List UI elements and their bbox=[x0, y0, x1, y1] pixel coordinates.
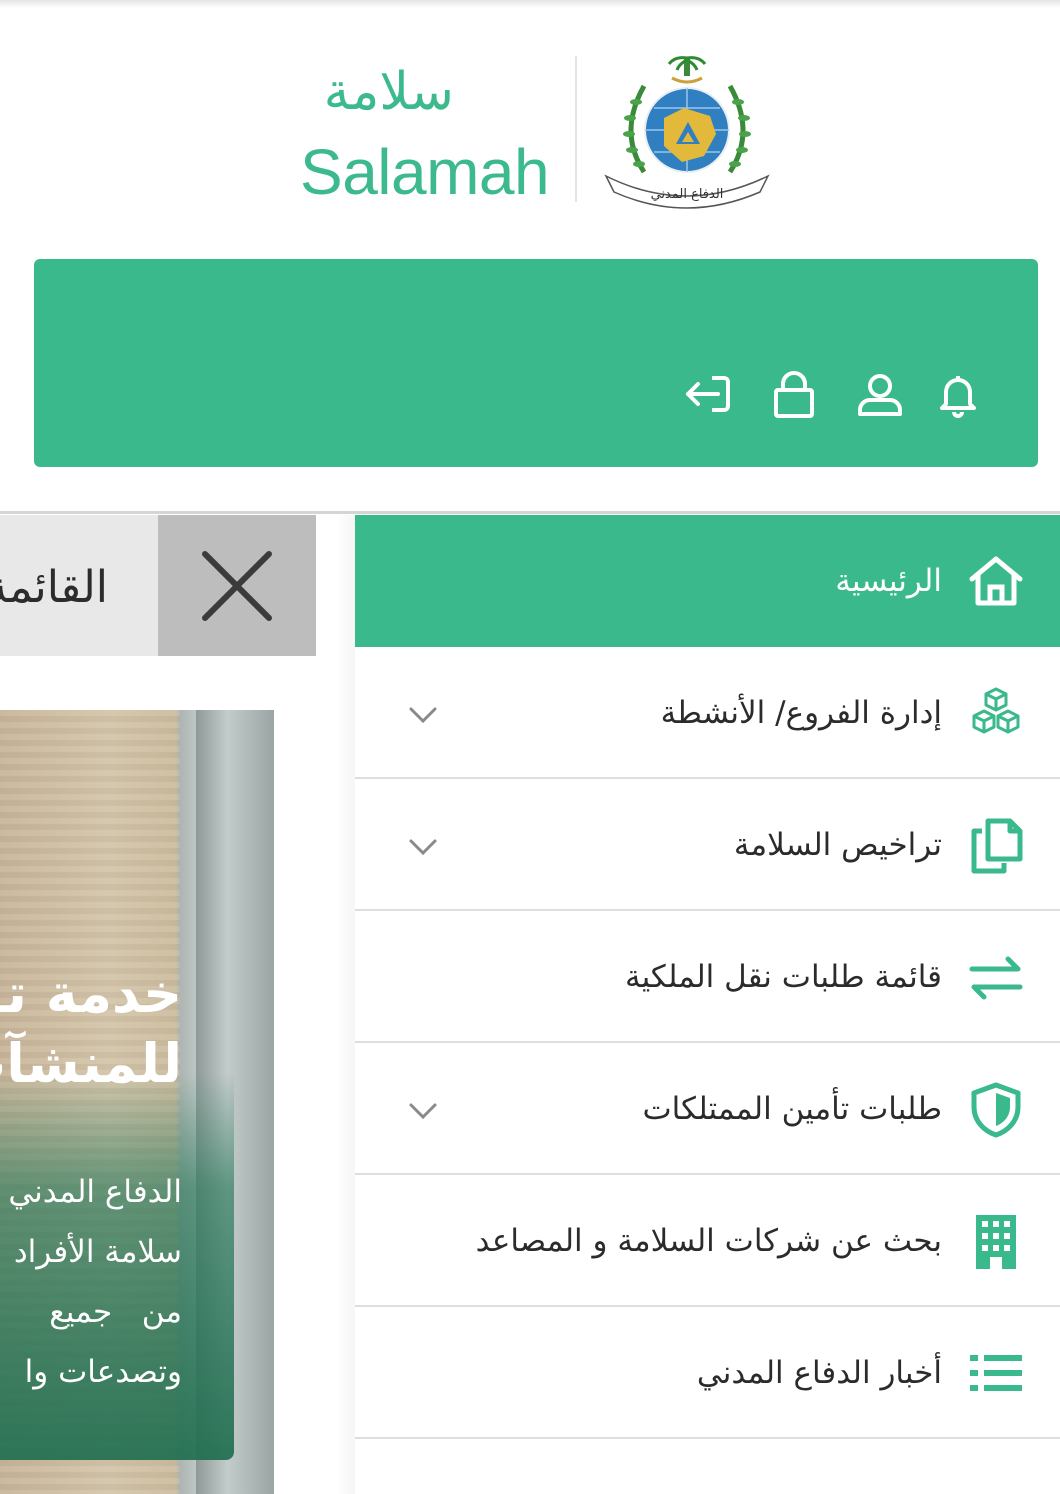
menu-item-label: قائمة طلبات نقل الملكية bbox=[624, 959, 942, 995]
civil-defense-emblem: الدفاع المدني bbox=[600, 52, 774, 212]
user-profile-icon[interactable] bbox=[852, 366, 908, 422]
chevron-down-icon[interactable] bbox=[405, 829, 441, 865]
brand-divider bbox=[575, 56, 577, 202]
hero-text-line-1: الدفاع المدني bbox=[8, 1174, 182, 1210]
menu-item-home[interactable]: الرئيسية bbox=[355, 515, 1060, 647]
menu-item-property-insurance[interactable]: طلبات تأمين الممتلكات bbox=[355, 1043, 1060, 1175]
documents-icon bbox=[964, 813, 1028, 877]
top-action-bar bbox=[34, 259, 1038, 467]
lock-icon[interactable] bbox=[766, 366, 822, 422]
menu-item-label: إدارة الفروع/ الأنشطة bbox=[660, 695, 942, 731]
section-divider bbox=[0, 511, 1060, 514]
menu-item-label: أخبار الدفاع المدني bbox=[696, 1355, 942, 1391]
hero-text-line-2: سلامة الأفراد bbox=[13, 1234, 182, 1270]
hero-text-clip: خدمة تـ للمنشآت الدفاع المدني سلامة الأف… bbox=[0, 710, 182, 1494]
list-icon bbox=[964, 1341, 1028, 1405]
building-icon bbox=[964, 1209, 1028, 1273]
hero-text-line-3: من جميع bbox=[49, 1294, 182, 1330]
hero-title-line-2: للمنشآت bbox=[0, 1032, 182, 1095]
close-menu-button[interactable] bbox=[158, 515, 316, 656]
boxes-icon bbox=[964, 681, 1028, 745]
menu-item-label: تراخيص السلامة bbox=[733, 827, 942, 863]
left-tab-label[interactable]: القائمة bbox=[0, 548, 104, 628]
menu-item-label: طلبات تأمين الممتلكات bbox=[642, 1091, 942, 1127]
chevron-down-icon[interactable] bbox=[405, 1093, 441, 1129]
hero-text-line-4: وتصدعات وا bbox=[24, 1354, 182, 1390]
menu-item-branches-activities[interactable]: إدارة الفروع/ الأنشطة bbox=[355, 647, 1060, 779]
logout-icon[interactable] bbox=[680, 366, 736, 422]
close-icon bbox=[202, 550, 272, 621]
menu-item-label: بحث عن شركات السلامة و المصاعد bbox=[475, 1223, 942, 1259]
brand-name-english: Salamah bbox=[300, 136, 550, 208]
top-edge bbox=[0, 0, 1060, 8]
svg-text:الدفاع المدني: الدفاع المدني bbox=[651, 187, 724, 202]
menu-shadow bbox=[336, 515, 356, 1494]
brand-name-arabic: سلامة bbox=[323, 62, 454, 122]
home-icon bbox=[964, 549, 1028, 613]
menu-item-search-companies[interactable]: بحث عن شركات السلامة و المصاعد bbox=[355, 1175, 1060, 1307]
menu-item-label: الرئيسية bbox=[835, 563, 942, 599]
shield-icon bbox=[964, 1077, 1028, 1141]
menu-item-safety-licenses[interactable]: تراخيص السلامة bbox=[355, 779, 1060, 911]
brand-logo-text[interactable]: سلامة Salamah bbox=[296, 58, 556, 208]
chevron-down-icon[interactable] bbox=[405, 697, 441, 733]
notification-bell-icon[interactable] bbox=[930, 366, 986, 422]
side-menu: الرئيسية إدارة الفروع/ الأنشطة تراخيص ال… bbox=[355, 515, 1060, 1494]
transfer-arrows-icon bbox=[964, 945, 1028, 1009]
menu-item-civil-defense-news[interactable]: أخبار الدفاع المدني bbox=[355, 1307, 1060, 1439]
hero-title-line-1: خدمة تـ bbox=[0, 962, 182, 1025]
menu-item-ownership-transfer[interactable]: قائمة طلبات نقل الملكية bbox=[355, 911, 1060, 1043]
